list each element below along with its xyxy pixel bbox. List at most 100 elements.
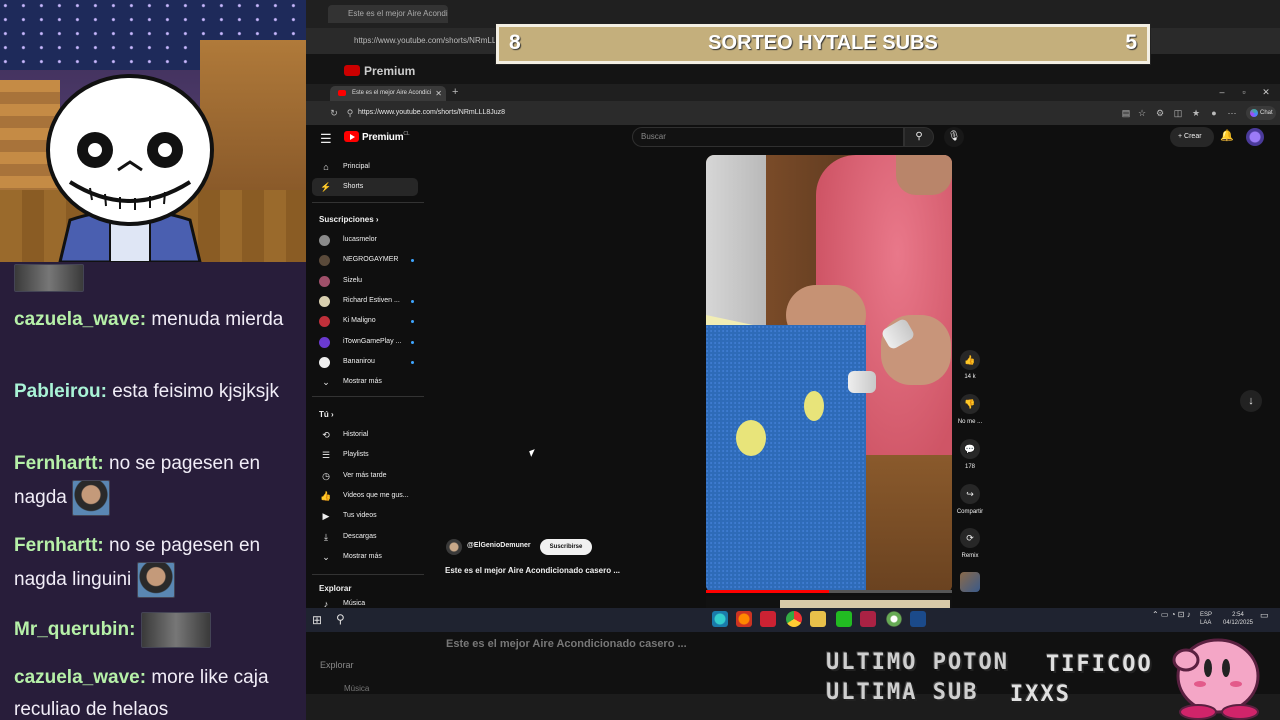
share-icon[interactable]: ↪ (960, 484, 980, 504)
ghost-video-title: Este es el mejor Aire Acondicionado case… (446, 638, 687, 650)
sidebar-item-channel[interactable]: Sizelu (312, 272, 418, 290)
windows-start-icon[interactable]: ⊞ (312, 613, 322, 627)
split-icon[interactable]: ◫ (1170, 101, 1186, 125)
maximize-icon[interactable]: ▫ (1234, 84, 1254, 101)
like-icon[interactable]: 👍 (960, 350, 980, 370)
app-icon[interactable] (760, 611, 776, 627)
profile-icon[interactable]: ● (1206, 101, 1222, 125)
header-label: Tú (319, 410, 329, 419)
extensions-icon[interactable]: ⚙ (1152, 101, 1168, 125)
sidebar-item-channel[interactable]: Richard Estiven ... (312, 292, 418, 310)
subscriptions-header[interactable]: Suscripciones › (319, 215, 379, 224)
comments-count: 178 (964, 464, 975, 470)
country-code: CL (403, 131, 410, 137)
site-info-icon[interactable]: ⚲ (342, 101, 358, 125)
more-icon[interactable]: ⋯ (1224, 101, 1240, 125)
chat-text: menuda mierda (151, 309, 284, 330)
sidebar-item-channel[interactable]: lucasmelor (312, 231, 418, 249)
folder-icon[interactable] (810, 611, 826, 627)
sidebar-item-you[interactable]: ☰ Playlists (312, 446, 418, 464)
close-tab-icon[interactable]: ✕ (435, 86, 442, 101)
streamer-camera (0, 0, 306, 262)
lang-code: ESP (1200, 612, 1213, 618)
chat-emote (140, 612, 211, 648)
new-tab-button[interactable]: + (452, 84, 458, 101)
favorites-bar-icon[interactable]: ★ (1188, 101, 1204, 125)
valorant-icon[interactable] (860, 611, 876, 627)
system-tray[interactable]: ⌃ ▭ ◔ ⊡ ♪ (1152, 611, 1191, 620)
steam-icon[interactable] (910, 611, 926, 627)
chat-message: Pableirou: esta feisimo kjsjksjk (14, 381, 280, 402)
sidebar-item-you[interactable]: ◷ Ver más tarde (312, 467, 418, 485)
chevron-down-icon: ⌄ (322, 377, 330, 387)
close-window-icon[interactable]: ✕ (1256, 84, 1276, 101)
comments-icon[interactable]: 💬 (960, 439, 980, 459)
clock[interactable]: 2:54 04/12/2025 (1222, 611, 1254, 627)
chat-message: cazuela_wave: more like caja reculiao de… (14, 667, 269, 720)
sidebar-show-more-subs[interactable]: ⌄ Mostrar más (312, 373, 418, 391)
edge-icon[interactable] (712, 611, 728, 627)
last-sub-user: IXXS (1010, 682, 1071, 707)
game-app-icon[interactable] (836, 611, 852, 627)
sidebar-item-you[interactable]: ⟲ Historial (312, 426, 418, 444)
video-progress-fill (706, 590, 829, 593)
sidebar-item-channel[interactable]: Ki Maligno (312, 312, 418, 330)
search-input[interactable]: Buscar (632, 127, 904, 147)
copilot-chat-button[interactable]: Chat (1246, 106, 1276, 120)
search-icon[interactable]: ⚲ (904, 127, 934, 147)
clock-time: 2:54 (1232, 612, 1244, 618)
chat-message: cazuela_wave: menuda mierda (14, 309, 284, 330)
next-short-arrow-icon[interactable]: ↓ (1240, 390, 1262, 412)
account-avatar[interactable] (1246, 128, 1264, 146)
sidebar-item-you[interactable]: 👍 Videos que me gus... (312, 487, 418, 505)
taskbar-search-icon[interactable]: ⚲ (336, 612, 345, 626)
clock-icon: ◷ (322, 470, 330, 481)
obs-icon[interactable] (886, 611, 902, 627)
chrome-icon[interactable] (786, 611, 802, 627)
favorite-icon[interactable]: ☆ (1134, 101, 1150, 125)
chat-message: Fernhartt: no se pagesen en nagda lingui… (14, 530, 298, 598)
language-indicator[interactable]: ESP LAA (1200, 611, 1212, 627)
giveaway-banner: 8 SORTEO HYTALE SUBS 5 (496, 24, 1150, 64)
sidebar-item-you[interactable]: ▶ Tus videos (312, 507, 418, 525)
you-header[interactable]: Tú › (319, 410, 334, 419)
sidebar-item-channel[interactable]: iTownGamePlay ... (312, 333, 418, 351)
channel-avatar[interactable] (446, 539, 462, 555)
notifications-icon[interactable]: 🔔 (1220, 129, 1234, 142)
create-button[interactable]: + Crear (1170, 127, 1214, 147)
like-count: 14 k (964, 374, 976, 380)
chat-text: esta feisimo kjsjksjk (112, 381, 280, 402)
sidebar-item-home[interactable]: ⌂ Principal (312, 158, 418, 176)
sidebar-item-label: Shorts (343, 183, 364, 190)
notification-center-icon[interactable]: ▭ (1260, 611, 1269, 620)
short-title[interactable]: Este es el mejor Aire Acondicionado case… (445, 566, 620, 575)
firefox-icon[interactable] (736, 611, 752, 627)
microphone-icon[interactable]: 🎙 (944, 127, 964, 147)
sidebar-item-channel[interactable]: NEGROGAYMER (312, 251, 418, 269)
video-progress-bar[interactable] (706, 590, 952, 593)
tab-active[interactable]: Este es el mejor Aire Acondici ✕ (330, 86, 446, 101)
sidebar-item-you[interactable]: ⌄ Mostrar más (312, 548, 418, 566)
address-bar[interactable]: https://www.youtube.com/shorts/NRmLLL8Ju… (358, 101, 505, 125)
remix-icon[interactable]: ⟳ (960, 528, 980, 548)
download-icon: ⤓ (324, 531, 328, 542)
dislike-icon[interactable]: 👎 (960, 394, 980, 414)
sidebar-item-you[interactable]: ⤓ Descargas (312, 528, 418, 546)
reader-icon[interactable]: ▤ (1118, 101, 1134, 125)
channel-name[interactable]: @ElGenioDemuner (467, 542, 531, 549)
audio-thumbnail[interactable] (960, 572, 980, 592)
video-pipe (848, 371, 876, 393)
chat-emote (72, 480, 111, 516)
minimize-icon[interactable]: – (1212, 84, 1232, 101)
short-video-player[interactable] (706, 155, 952, 593)
sidebar-item-label: Mostrar más (343, 378, 382, 385)
sidebar-item-shorts[interactable]: ⚡ Shorts (312, 178, 418, 196)
sidebar-item-channel[interactable]: Bananirou (312, 353, 418, 371)
youtube-premium-logo[interactable]: PremiumCL (344, 131, 410, 143)
reload-icon[interactable]: ↻ (326, 101, 342, 125)
last-sub-label: ULTIMA SUB (826, 680, 979, 705)
menu-icon[interactable]: ☰ (320, 131, 332, 147)
remix-label: Remix (961, 553, 979, 559)
new-content-dot (411, 340, 414, 344)
subscribe-button[interactable]: Suscribirse (540, 539, 592, 555)
